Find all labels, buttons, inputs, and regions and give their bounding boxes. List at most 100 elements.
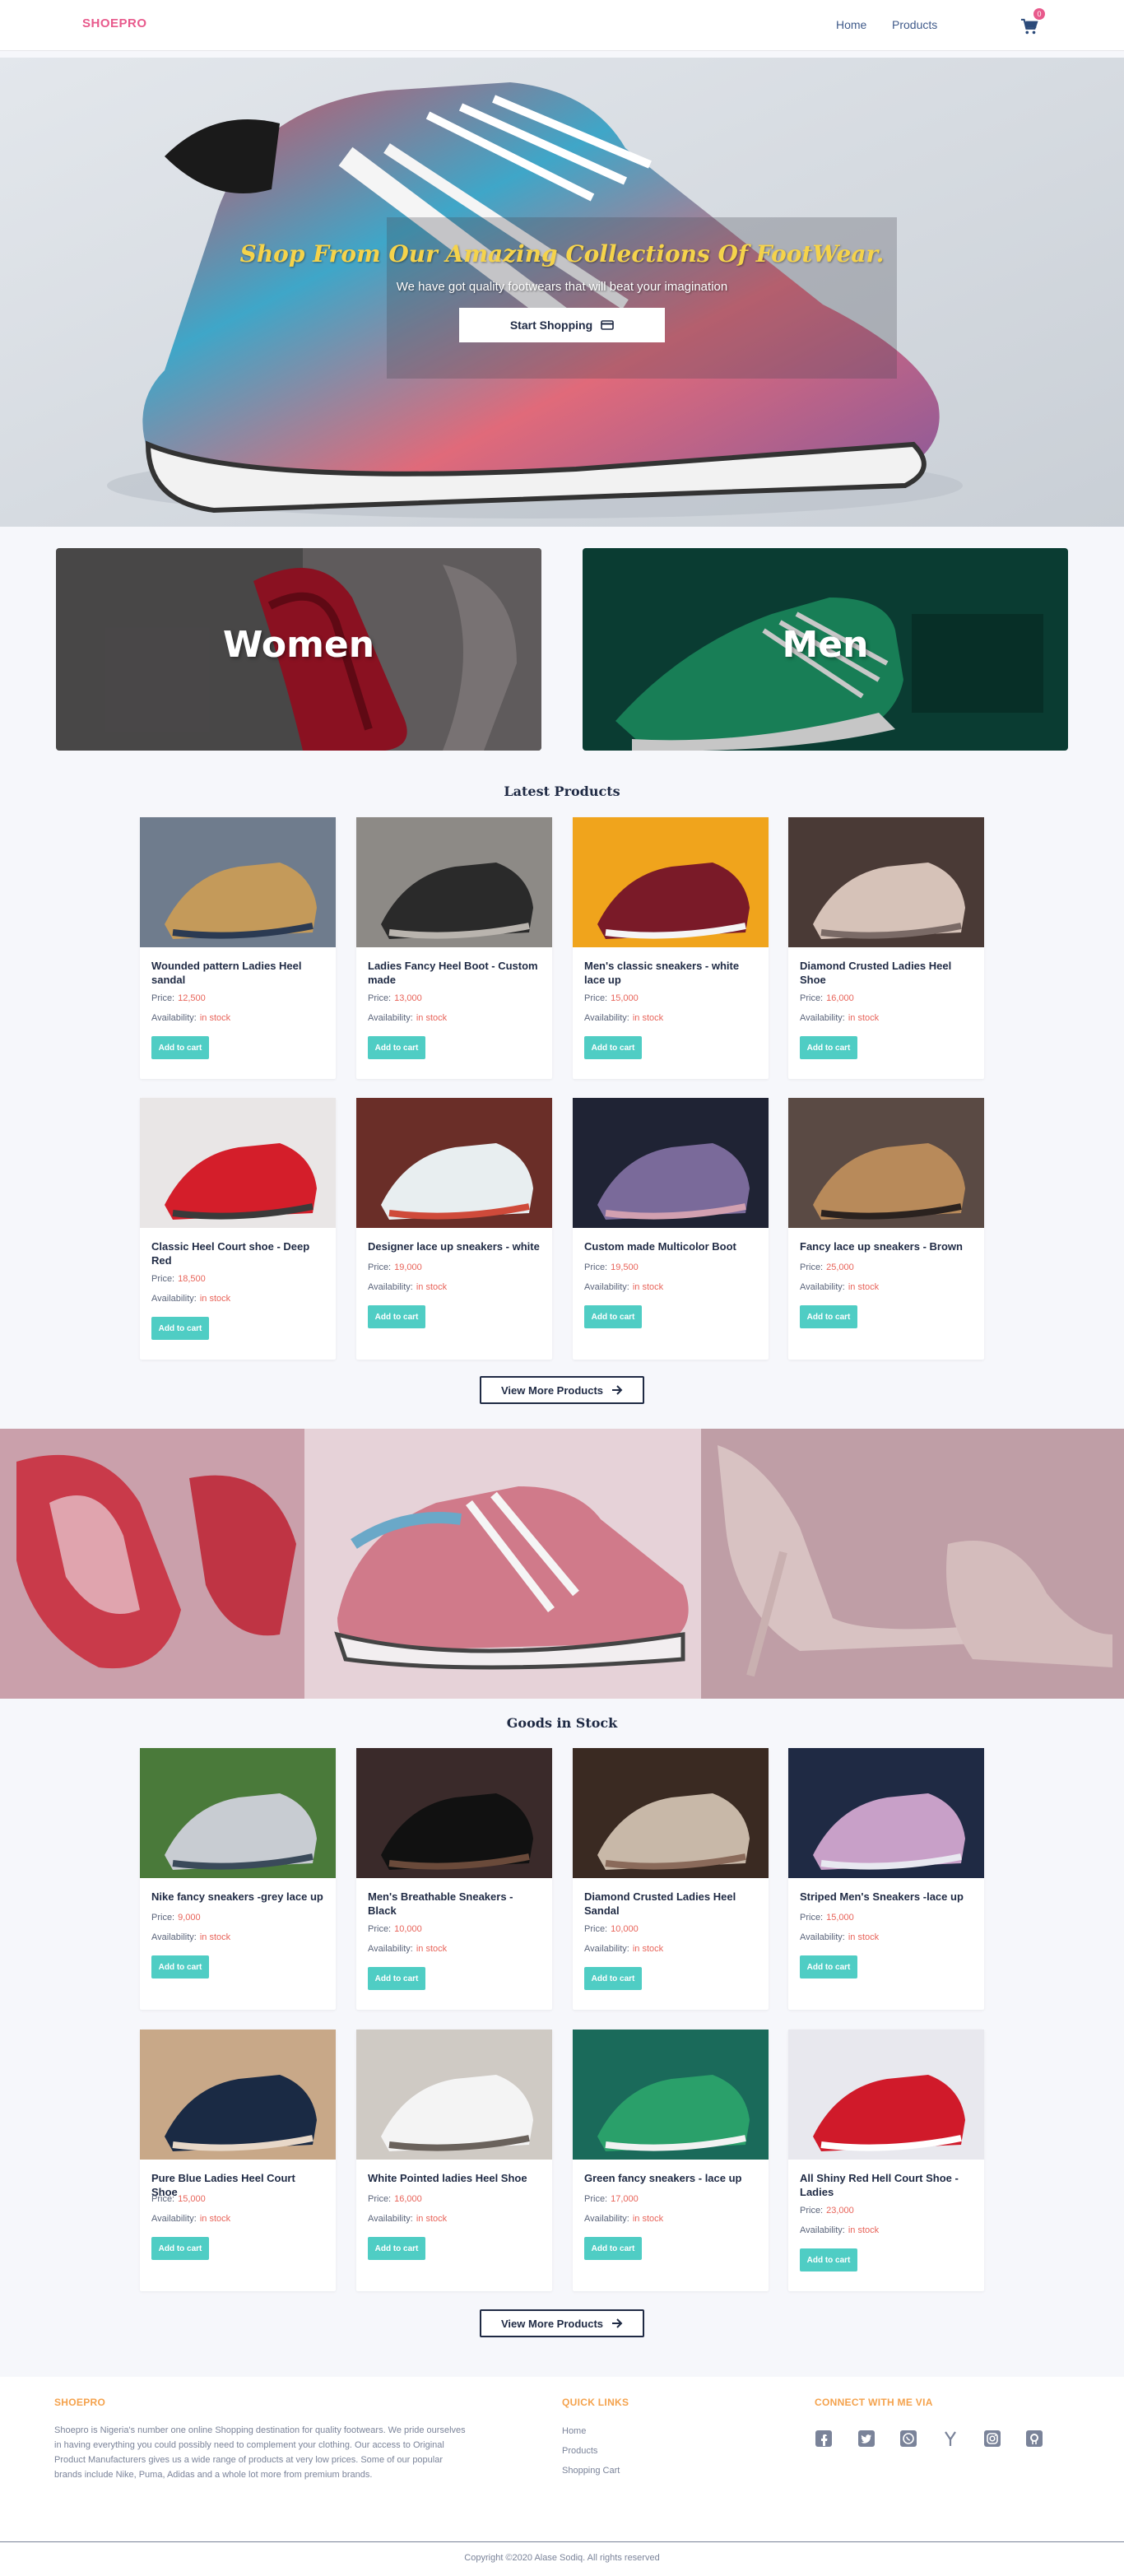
start-shopping-button[interactable]: Start Shopping — [459, 308, 665, 342]
product-name[interactable]: Custom made Multicolor Boot — [584, 1239, 757, 1253]
category-men[interactable]: Men — [583, 548, 1068, 751]
product-image[interactable] — [788, 1748, 984, 1878]
product-card[interactable]: Diamond Crusted Ladies Heel Shoe Price: 16… — [788, 817, 984, 1079]
add-to-cart-button[interactable]: Add to cart — [584, 1967, 642, 1990]
product-availability-row: Availability: in stock — [800, 1932, 879, 1942]
arrow-right-icon — [612, 1385, 623, 1395]
product-name[interactable]: Wounded pattern Ladies Heel sandal — [151, 959, 324, 987]
availability-label: Availability: — [584, 1282, 629, 1292]
add-to-cart-button[interactable]: Add to cart — [151, 2237, 209, 2260]
product-name[interactable]: White Pointed ladies Heel Shoe — [368, 2171, 541, 2185]
view-more-stock-button[interactable]: View More Products — [480, 2309, 644, 2337]
product-name[interactable]: Classic Heel Court shoe - Deep Red — [151, 1239, 324, 1267]
add-to-cart-button[interactable]: Add to cart — [368, 1305, 425, 1328]
product-card[interactable]: Nike fancy sneakers -grey lace up Price: 9… — [140, 1748, 336, 2010]
add-to-cart-button[interactable]: Add to cart — [800, 1036, 857, 1059]
footer-link-products[interactable]: Products — [562, 2446, 597, 2456]
product-card[interactable]: Pure Blue Ladies Heel Court Shoe Price: 15… — [140, 2030, 336, 2291]
product-name[interactable]: Diamond Crusted Ladies Heel Shoe — [800, 959, 973, 987]
add-to-cart-button[interactable]: Add to cart — [584, 2237, 642, 2260]
add-to-cart-button[interactable]: Add to cart — [151, 1955, 209, 1978]
product-name[interactable]: Men's classic sneakers - white lace up — [584, 959, 757, 987]
product-image[interactable] — [356, 2030, 552, 2160]
nav-link-home[interactable]: Home — [836, 18, 866, 31]
product-card[interactable]: Ladies Fancy Heel Boot - Custom made Pric… — [356, 817, 552, 1079]
banner-sneaker — [304, 1429, 701, 1699]
product-name[interactable]: Fancy lace up sneakers - Brown — [800, 1239, 973, 1253]
availability-label: Availability: — [800, 1013, 845, 1023]
brand-logo[interactable]: SHOEPRO — [82, 16, 147, 30]
availability-label: Availability: — [368, 1282, 413, 1292]
product-card[interactable]: Designer lace up sneakers - white Price: 1… — [356, 1098, 552, 1360]
product-image[interactable] — [140, 1748, 336, 1878]
category-women[interactable]: Women — [56, 548, 541, 751]
add-to-cart-button[interactable]: Add to cart — [800, 1955, 857, 1978]
product-name[interactable]: Nike fancy sneakers -grey lace up — [151, 1890, 324, 1904]
product-name[interactable]: All Shiny Red Hell Court Shoe - Ladies — [800, 2171, 973, 2199]
product-card[interactable]: Wounded pattern Ladies Heel sandal Price:… — [140, 817, 336, 1079]
instagram-icon[interactable] — [983, 2430, 1003, 2449]
add-to-cart-button[interactable]: Add to cart — [584, 1305, 642, 1328]
whatsapp-icon[interactable] — [899, 2430, 919, 2449]
product-image[interactable] — [573, 817, 769, 947]
product-price-row: Price: 15,000 — [584, 993, 639, 1003]
add-to-cart-button[interactable]: Add to cart — [368, 2237, 425, 2260]
availability-label: Availability: — [800, 2225, 845, 2235]
product-image[interactable] — [140, 2030, 336, 2160]
product-price-row: Price: 10,000 — [584, 1924, 639, 1934]
product-price: 19,000 — [394, 1262, 422, 1272]
twitter-icon[interactable] — [857, 2430, 877, 2449]
product-price-row: Price: 10,000 — [368, 1924, 422, 1934]
nav-link-products[interactable]: Products — [892, 18, 937, 31]
product-image[interactable] — [356, 1098, 552, 1228]
add-to-cart-button[interactable]: Add to cart — [800, 1305, 857, 1328]
product-price-row: Price: 15,000 — [800, 1913, 854, 1923]
product-image[interactable] — [788, 1098, 984, 1228]
banner-glitter-heels — [701, 1429, 1124, 1699]
product-image[interactable] — [788, 2030, 984, 2160]
product-image[interactable] — [356, 1748, 552, 1878]
product-card[interactable]: Diamond Crusted Ladies Heel Sandal Price:… — [573, 1748, 769, 2010]
add-to-cart-button[interactable]: Add to cart — [151, 1036, 209, 1059]
add-to-cart-button[interactable]: Add to cart — [584, 1036, 642, 1059]
add-to-cart-button[interactable]: Add to cart — [151, 1317, 209, 1340]
footer-link-shopping-cart[interactable]: Shopping Cart — [562, 2466, 620, 2476]
product-card[interactable]: White Pointed ladies Heel Shoe Price: 16,0… — [356, 2030, 552, 2291]
product-availability: in stock — [416, 1013, 448, 1023]
product-card[interactable]: All Shiny Red Hell Court Shoe - Ladies Pr… — [788, 2030, 984, 2291]
price-label: Price: — [151, 1274, 175, 1284]
product-card[interactable]: Striped Men's Sneakers -lace up Price: 15,… — [788, 1748, 984, 2010]
product-image[interactable] — [573, 1748, 769, 1878]
product-card[interactable]: Fancy lace up sneakers - Brown Price: 25,0… — [788, 1098, 984, 1360]
add-to-cart-button[interactable]: Add to cart — [368, 1036, 425, 1059]
product-card[interactable]: Green fancy sneakers - lace up Price: 17,0… — [573, 2030, 769, 2291]
product-card[interactable]: Men's classic sneakers - white lace up Pr… — [573, 817, 769, 1079]
product-name[interactable]: Ladies Fancy Heel Boot - Custom made — [368, 959, 541, 987]
add-to-cart-button[interactable]: Add to cart — [368, 1967, 425, 1990]
start-shopping-label: Start Shopping — [509, 319, 593, 332]
product-image[interactable] — [573, 1098, 769, 1228]
product-card[interactable]: Custom made Multicolor Boot Price: 19,500 A… — [573, 1098, 769, 1360]
product-image[interactable] — [140, 817, 336, 947]
product-name[interactable]: Green fancy sneakers - lace up — [584, 2171, 757, 2185]
product-name[interactable]: Men's Breathable Sneakers - Black — [368, 1890, 541, 1918]
facebook-icon[interactable] — [815, 2430, 834, 2449]
ycombinator-icon[interactable] — [941, 2430, 961, 2449]
product-availability: in stock — [848, 1013, 880, 1023]
footer-link-home[interactable]: Home — [562, 2426, 586, 2436]
cart-button[interactable]: 0 — [1020, 8, 1045, 36]
product-image[interactable] — [140, 1098, 336, 1228]
github-icon[interactable] — [1025, 2430, 1045, 2449]
quick-links-title: QUICK LINKS — [562, 2397, 629, 2408]
product-name[interactable]: Striped Men's Sneakers -lace up — [800, 1890, 973, 1904]
product-name[interactable]: Diamond Crusted Ladies Heel Sandal — [584, 1890, 757, 1918]
product-card[interactable]: Classic Heel Court shoe - Deep Red Price:… — [140, 1098, 336, 1360]
add-to-cart-button[interactable]: Add to cart — [800, 2248, 857, 2271]
product-name[interactable]: Designer lace up sneakers - white — [368, 1239, 541, 1253]
product-image[interactable] — [356, 817, 552, 947]
product-image[interactable] — [573, 2030, 769, 2160]
product-image[interactable] — [788, 817, 984, 947]
price-label: Price: — [584, 1924, 608, 1934]
product-card[interactable]: Men's Breathable Sneakers - Black Price: 1… — [356, 1748, 552, 2010]
view-more-products-button[interactable]: View More Products — [480, 1376, 644, 1404]
